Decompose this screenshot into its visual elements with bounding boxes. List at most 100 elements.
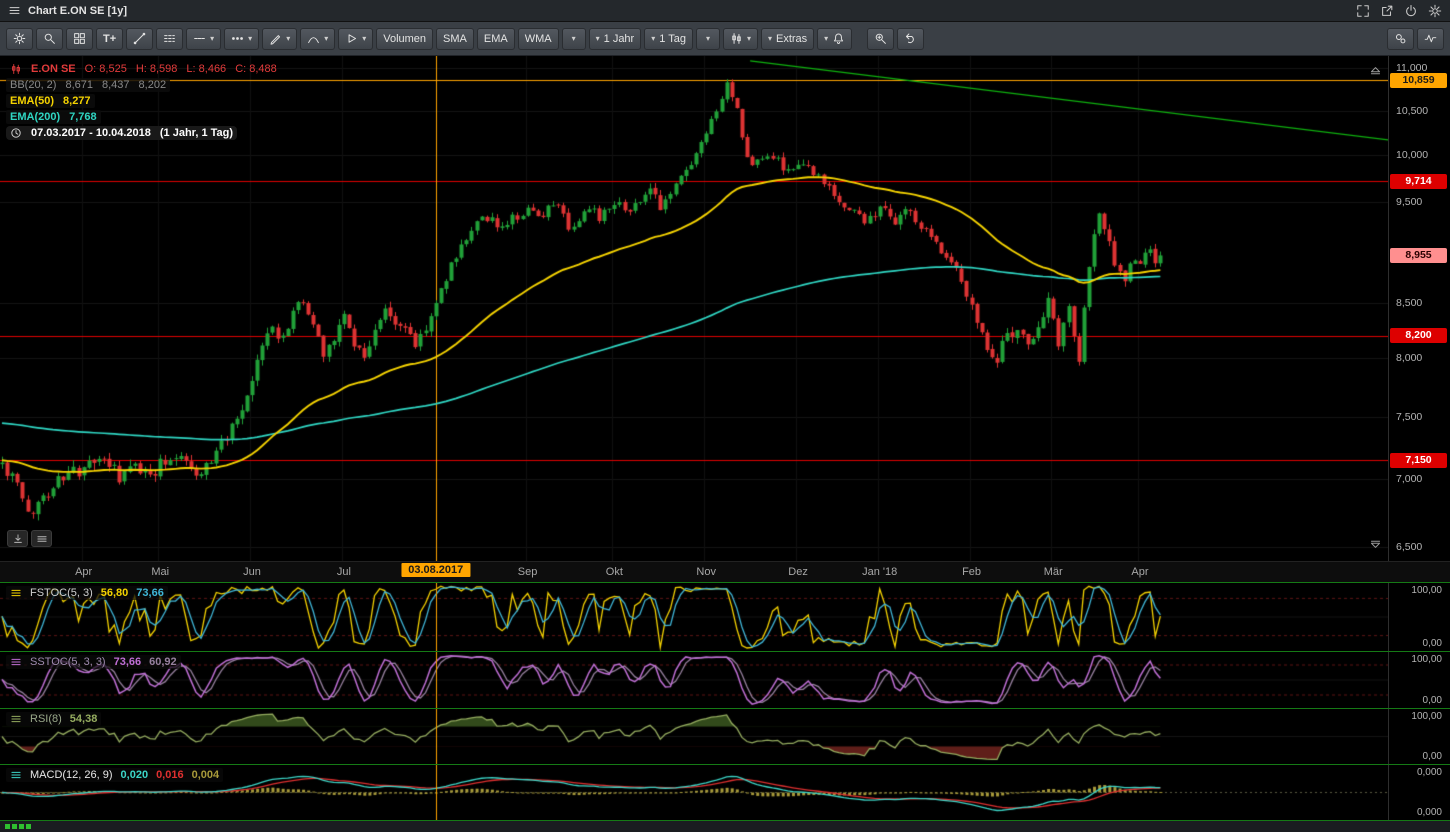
toolbar-undo-button[interactable] <box>897 28 924 50</box>
toolbar-1-jahr-button[interactable]: ▾1 Jahr <box>589 28 642 50</box>
price-tick: 8,500 <box>1396 297 1422 309</box>
indicator-panels: FSTOC(5, 3)56,8073,66 100,000,00 SSTOC(5, … <box>0 582 1450 820</box>
fstoc-canvas[interactable] <box>0 583 1388 651</box>
gear-icon <box>1428 4 1442 18</box>
rsi-axis-max: 100,00 <box>1411 711 1442 722</box>
toolbar-wma-button[interactable]: WMA <box>518 28 559 50</box>
status-indicator <box>12 824 17 829</box>
price-axis[interactable]: 11,00010,50010,0009,5008,5008,0007,5007,… <box>1388 56 1450 561</box>
toolbar-t+-button[interactable]: T+ <box>96 28 123 50</box>
chevdown-icon <box>1369 538 1382 551</box>
macd-value-1: 0,016 <box>156 769 184 781</box>
fstoc-axis[interactable]: 100,000,00 <box>1388 583 1450 651</box>
toolbar-gears-button[interactable] <box>1387 28 1414 50</box>
toolbar-play-button[interactable]: ▾ <box>338 28 373 50</box>
toolbar-volumen-button[interactable]: Volumen <box>376 28 433 50</box>
sstoc-menu-icon[interactable] <box>10 656 22 668</box>
toolbar-1-tag-button[interactable]: ▾1 Tag <box>644 28 693 50</box>
chart-legend: E.ON SE O: 8,525 H: 8,598 L: 8,466 C: 8,… <box>6 62 281 142</box>
bb-name: BB(20, 2) <box>10 79 56 91</box>
dots-icon <box>231 32 244 45</box>
levels-icon <box>163 32 176 45</box>
toolbar-gear-button[interactable] <box>6 28 33 50</box>
sstoc-axis[interactable]: 100,000,00 <box>1388 652 1450 708</box>
toolbar-pulse-button[interactable] <box>1417 28 1444 50</box>
rsi-menu-icon[interactable] <box>10 713 22 725</box>
power-icon <box>1404 4 1418 18</box>
undo-icon <box>904 32 917 45</box>
toolbar-bell-button[interactable]: ▾ <box>817 28 852 50</box>
statusbar <box>0 820 1450 832</box>
toolbar-extras-button[interactable]: ▾Extras <box>761 28 814 50</box>
scroll-down-icon[interactable] <box>1369 538 1382 551</box>
fstoc-value-0: 56,80 <box>101 587 129 599</box>
ema50-legend-row[interactable]: EMA(50) 8,277 <box>6 94 95 108</box>
candles-icon <box>730 32 743 45</box>
status-indicator <box>26 824 31 829</box>
toolbar-candles-button[interactable]: ▾ <box>723 28 758 50</box>
titlebar-popout-button[interactable] <box>1380 4 1394 18</box>
bell-icon <box>832 32 845 45</box>
price-tick: 9,500 <box>1396 196 1422 208</box>
grid-icon <box>73 32 86 45</box>
time-axis[interactable]: AprMaiJunJulSepOktNovDezJan '18FebMärApr… <box>0 561 1450 582</box>
sstoc-name: SSTOC(5, 3, 3) <box>30 656 106 668</box>
sstoc-legend: SSTOC(5, 3, 3)73,6660,92 <box>6 655 181 669</box>
toolbar-zoomin-button[interactable] <box>867 28 894 50</box>
macd-menu-icon[interactable] <box>10 769 22 781</box>
bb-upper-value: 8,671 <box>65 79 93 91</box>
fstoc-menu-icon[interactable] <box>10 587 22 599</box>
toolbar-caret-button[interactable]: ▾ <box>562 28 586 50</box>
price-tag: 8,200 <box>1390 328 1447 343</box>
titlebar-fullscreen-button[interactable] <box>1356 4 1370 18</box>
date-marker: 03.08.2017 <box>401 563 470 577</box>
window-title: Chart E.ON SE [1y] <box>28 5 127 17</box>
scroll-up-icon[interactable] <box>1369 64 1382 77</box>
rsi-axis[interactable]: 100,000,00 <box>1388 709 1450 764</box>
symbol-legend-row: E.ON SE O: 8,525 H: 8,598 L: 8,466 C: 8,… <box>6 62 281 76</box>
download-button[interactable] <box>7 530 28 547</box>
time-tick: Okt <box>606 566 623 578</box>
fstoc-legend: FSTOC(5, 3)56,8073,66 <box>6 586 168 600</box>
layers-button[interactable] <box>31 530 52 547</box>
toolbar-pencil-button[interactable]: ▾ <box>262 28 297 50</box>
toolbar-arc-button[interactable]: ▾ <box>300 28 335 50</box>
chevup-icon <box>1369 64 1382 77</box>
macd-name: MACD(12, 26, 9) <box>30 769 113 781</box>
macd-axis[interactable]: 0,0000,000 <box>1388 765 1450 820</box>
toolbar-levels-button[interactable] <box>156 28 183 50</box>
sstoc-canvas[interactable] <box>0 652 1388 708</box>
rsi-canvas[interactable] <box>0 709 1388 764</box>
bb-lower-value: 8,202 <box>139 79 167 91</box>
status-indicator <box>5 824 10 829</box>
date-range-row: 07.03.2017 - 10.04.2018 (1 Jahr, 1 Tag) <box>6 126 237 140</box>
menu-icon <box>8 4 21 17</box>
price-tag: 10,859 <box>1390 73 1447 88</box>
close-value: C: 8,488 <box>235 63 277 75</box>
toolbar-zoom-button[interactable] <box>36 28 63 50</box>
toolbar-ema-button[interactable]: EMA <box>477 28 515 50</box>
bollinger-legend-row[interactable]: BB(20, 2) 8,671 8,437 8,202 <box>6 78 170 92</box>
zoomin-icon <box>874 32 887 45</box>
toolbar-dots-button[interactable]: ▾ <box>224 28 259 50</box>
toolbar-grid-button[interactable] <box>66 28 93 50</box>
titlebar-power-button[interactable] <box>1404 4 1418 18</box>
toolbar-sma-button[interactable]: SMA <box>436 28 474 50</box>
toolbar-caret-button[interactable]: ▾ <box>696 28 720 50</box>
popout-icon <box>1380 4 1394 18</box>
price-tag: 8,955 <box>1390 248 1447 263</box>
rsi-name: RSI(8) <box>30 713 62 725</box>
titlebar-gear-button[interactable] <box>1428 4 1442 18</box>
ema200-legend-row[interactable]: EMA(200) 7,768 <box>6 110 101 124</box>
menu-icon[interactable] <box>8 4 21 17</box>
bb-middle-value: 8,437 <box>102 79 130 91</box>
toolbar-line-button[interactable] <box>126 28 153 50</box>
toolbar-dashline-button[interactable]: ▾ <box>186 28 221 50</box>
time-tick: Feb <box>962 566 981 578</box>
sstoc-value-0: 73,66 <box>114 656 142 668</box>
ema50-name: EMA(50) <box>10 95 54 107</box>
open-value: O: 8,525 <box>85 63 127 75</box>
symbol-name: E.ON SE <box>31 63 76 75</box>
price-tag: 7,150 <box>1390 453 1447 468</box>
price-tick: 7,000 <box>1396 473 1422 485</box>
